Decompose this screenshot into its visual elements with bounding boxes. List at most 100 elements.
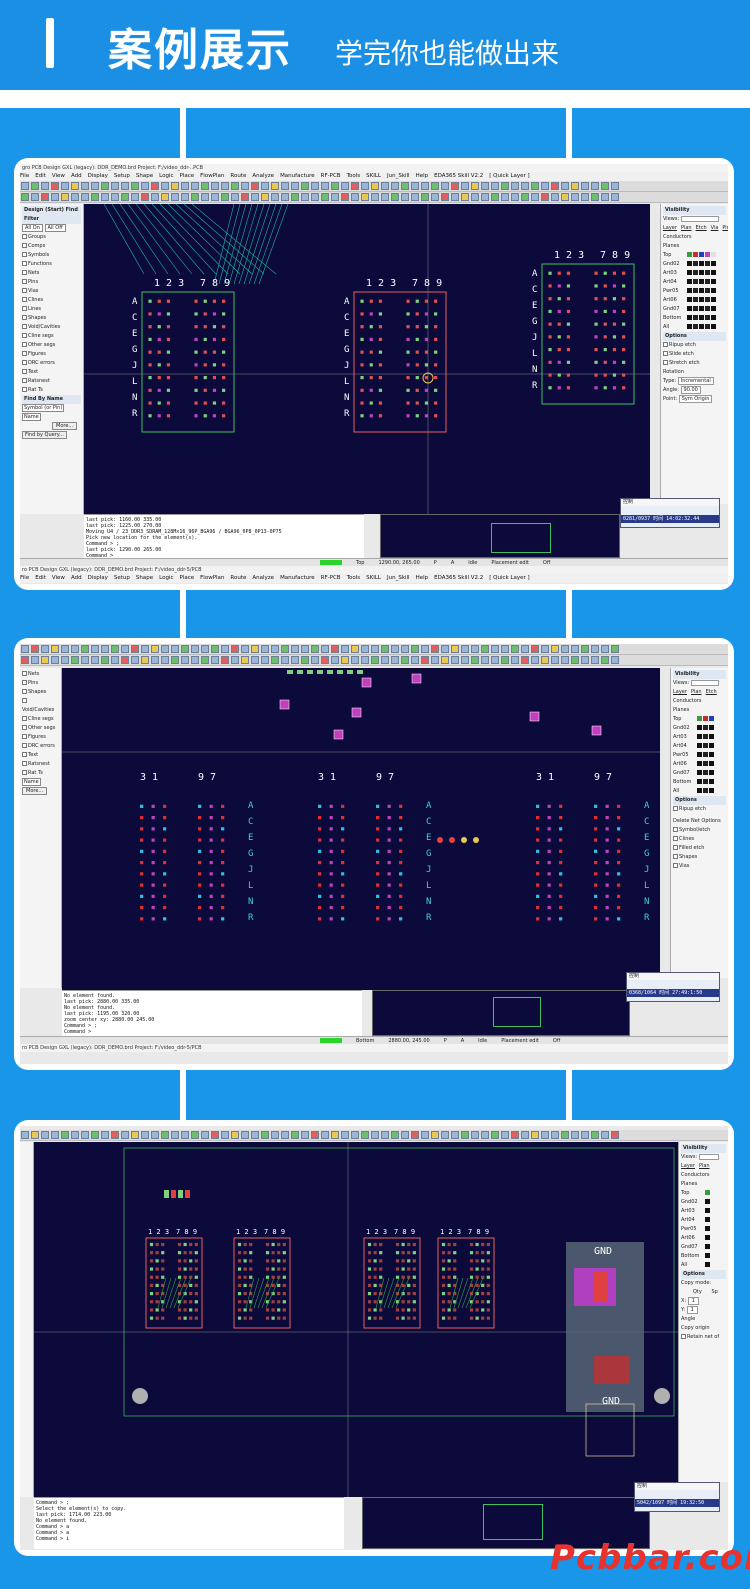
toolbar-tool-icon[interactable] [441,656,449,664]
toolbar-tool-icon[interactable] [411,182,419,190]
option-checkbox[interactable] [673,863,678,868]
menu-item[interactable]: Route [230,575,246,581]
layer-color-swatch[interactable] [705,252,710,257]
bga-left-column[interactable] [528,798,574,933]
toolbar-tool-icon[interactable] [571,193,579,201]
menu-item[interactable]: SKILL [366,575,381,581]
toolbar-tool-icon[interactable] [331,182,339,190]
toolbar-tool-icon[interactable] [431,645,439,653]
toolbar-tool-icon[interactable] [81,1131,89,1139]
toolbar-tool-icon[interactable] [611,182,619,190]
layer-color-swatch[interactable] [697,779,702,784]
toolbar-tool-icon[interactable] [531,193,539,201]
menu-item[interactable]: RF-PCB [321,173,341,179]
toolbar-tool-icon[interactable] [171,193,179,201]
toolbar-tool-icon[interactable] [381,656,389,664]
toolbar-tool-icon[interactable] [441,1131,449,1139]
filter-item[interactable]: Clines [22,296,81,305]
toolbar-tool-icon[interactable] [71,182,79,190]
toolbar-tool-icon[interactable] [141,193,149,201]
toolbar-tool-icon[interactable] [341,656,349,664]
layer-color-swatch[interactable] [699,270,704,275]
layer-color-swatch[interactable] [711,306,716,311]
toolbar-tool-icon[interactable] [31,1131,39,1139]
toolbar-tool-icon[interactable] [401,193,409,201]
toolbar-tool-icon[interactable] [561,656,569,664]
toolbar-tool-icon[interactable] [511,1131,519,1139]
filter-checkbox[interactable] [22,315,27,320]
toolbar-tool-icon[interactable] [131,656,139,664]
option-item[interactable]: Slide etch [663,350,726,359]
toolbar-tool-icon[interactable] [261,1131,269,1139]
toolbar-tool-icon[interactable] [601,193,609,201]
menu-item[interactable]: Setup [114,575,130,581]
toolbar-tool-icon[interactable] [601,1131,609,1139]
toolbar-tool-icon[interactable] [321,193,329,201]
menu-item[interactable]: Manufacture [280,173,315,179]
toolbar-tool-icon[interactable] [281,645,289,653]
toolbar-tool-icon[interactable] [511,193,519,201]
toolbar-tool-icon[interactable] [401,1131,409,1139]
toolbar-tool-icon[interactable] [61,193,69,201]
toolbar-tool-icon[interactable] [481,193,489,201]
layer-color-swatch[interactable] [709,743,714,748]
toolbar-tool-icon[interactable] [81,182,89,190]
toolbar-tool-icon[interactable] [591,193,599,201]
toolbar-tool-icon[interactable] [371,182,379,190]
toolbar-tool-icon[interactable] [321,656,329,664]
toolbar-tool-icon[interactable] [521,656,529,664]
layer-color-swatch[interactable] [687,252,692,257]
toolbar-tool-icon[interactable] [571,656,579,664]
toolbar-tool-icon[interactable] [191,1131,199,1139]
toolbar-tool-icon[interactable] [21,645,29,653]
layer-color-swatch[interactable] [699,306,704,311]
option-checkbox[interactable] [663,360,668,365]
menu-item[interactable]: View [52,575,65,581]
toolbar-tool-icon[interactable] [51,645,59,653]
filter-item[interactable]: Cline segs [22,715,59,724]
menu-item[interactable]: Jun_Skill [387,173,410,179]
filter-item[interactable]: Ratsnest [22,377,81,386]
option-checkbox[interactable] [673,836,678,841]
toolbar-tool-icon[interactable] [471,656,479,664]
toolbar-tool-icon[interactable] [421,193,429,201]
command-console[interactable]: No element found. last pick: 2880.00 335.… [62,990,362,1036]
toolbar-tool-icon[interactable] [201,182,209,190]
toolbar-tool-icon[interactable] [541,182,549,190]
layer-color-swatch[interactable] [705,315,710,320]
toolbar-tool-icon[interactable] [251,1131,259,1139]
toolbar-tool-icon[interactable] [21,182,29,190]
toolbar-tool-icon[interactable] [171,645,179,653]
layer-color-swatch[interactable] [687,279,692,284]
layer-color-swatch[interactable] [703,734,708,739]
toolbar-tool-icon[interactable] [151,656,159,664]
toolbar-tool-icon[interactable] [531,1131,539,1139]
toolbar-tool-icon[interactable] [71,656,79,664]
layer-color-swatch[interactable] [687,324,692,329]
toolbar-tool-icon[interactable] [361,1131,369,1139]
layer-color-swatch[interactable] [703,752,708,757]
layer-color-swatch[interactable] [709,779,714,784]
toolbar-tool-icon[interactable] [361,182,369,190]
bga-left-column[interactable] [310,798,356,933]
toolbar-tool-icon[interactable] [611,1131,619,1139]
toolbar-tool-icon[interactable] [351,193,359,201]
toolbar-tool-icon[interactable] [601,656,609,664]
find-type-select[interactable]: Symbol (or Pin) [22,404,65,412]
toolbar-tool-icon[interactable] [441,193,449,201]
filter-item[interactable]: Nets [22,670,59,679]
menu-item[interactable]: View [52,173,65,179]
toolbar-tool-icon[interactable] [401,182,409,190]
design-canvas[interactable]: 3 19 7ACEGJLNR3 19 7ACEGJLNR3 19 7ACEGJL… [62,668,660,990]
filter-item[interactable]: Void/Cavities [22,697,59,715]
filter-item[interactable]: Pins [22,278,81,287]
toolbar-tool-icon[interactable] [391,193,399,201]
toolbar-tool-icon[interactable] [291,1131,299,1139]
angle-select[interactable]: 90.00 [680,386,701,394]
toolbar-tool-icon[interactable] [201,645,209,653]
toolbar-tool-icon[interactable] [491,656,499,664]
toolbar-tool-icon[interactable] [71,645,79,653]
layer-color-swatch[interactable] [705,1199,710,1204]
filter-checkbox[interactable] [22,297,27,302]
toolbar-tool-icon[interactable] [451,193,459,201]
